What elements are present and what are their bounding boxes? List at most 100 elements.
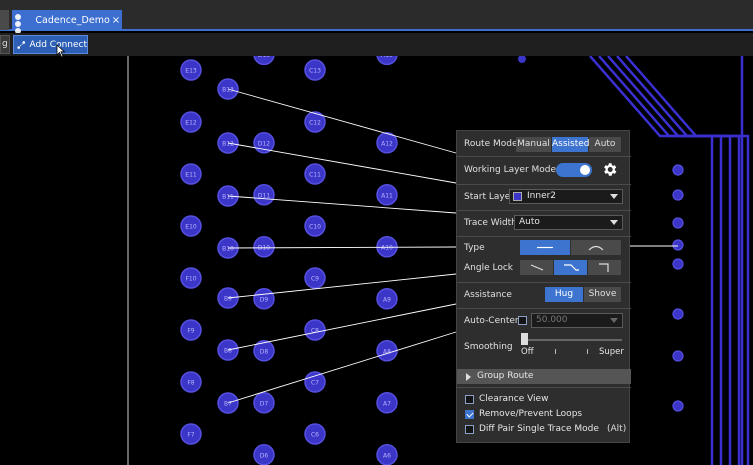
pad[interactable]: A13 bbox=[376, 56, 398, 66]
pad-label: A13 bbox=[381, 56, 393, 59]
group-route-header[interactable]: Group Route bbox=[457, 369, 631, 384]
pad-label: A6 bbox=[383, 452, 391, 459]
type-arc-option[interactable] bbox=[571, 240, 622, 255]
pad[interactable]: D6 bbox=[253, 444, 275, 465]
group-route-label: Group Route bbox=[477, 371, 534, 381]
assistance-selector[interactable]: Hug Shove bbox=[545, 287, 622, 302]
trace-width-dropdown[interactable]: Auto bbox=[514, 215, 623, 230]
pad[interactable] bbox=[672, 400, 684, 412]
angle-lock-any[interactable] bbox=[520, 260, 554, 275]
angle-lock-90[interactable] bbox=[588, 260, 622, 275]
pad[interactable]: E12 bbox=[180, 111, 202, 133]
pad[interactable] bbox=[672, 189, 684, 201]
toggle-knob bbox=[580, 165, 590, 175]
pad[interactable]: D10 bbox=[253, 236, 275, 258]
pad[interactable] bbox=[672, 258, 684, 270]
auto-center-checkbox[interactable] bbox=[518, 316, 527, 325]
clearance-view-label: Clearance View bbox=[479, 394, 549, 404]
pad[interactable] bbox=[518, 56, 526, 63]
pad[interactable]: A9 bbox=[376, 288, 398, 310]
clearance-view-row[interactable]: Clearance View bbox=[457, 393, 631, 407]
chevron-down-icon bbox=[610, 194, 618, 199]
pad[interactable] bbox=[672, 164, 684, 176]
pad[interactable]: C6 bbox=[304, 423, 326, 445]
gear-icon[interactable] bbox=[601, 161, 618, 178]
assistance-hug[interactable]: Hug bbox=[545, 287, 584, 302]
pad[interactable]: D12 bbox=[253, 132, 275, 154]
tab-bar: Cadence_Demo × bbox=[0, 0, 753, 41]
pad[interactable]: F7 bbox=[180, 423, 202, 445]
pad[interactable]: E11 bbox=[180, 163, 202, 185]
pad[interactable]: F9 bbox=[180, 319, 202, 341]
ratsnest-line bbox=[227, 273, 457, 299]
mouse-cursor-icon bbox=[56, 44, 66, 58]
type-line-option[interactable] bbox=[520, 240, 571, 255]
pad-label: F7 bbox=[187, 432, 194, 439]
pad[interactable]: D13 bbox=[253, 56, 275, 66]
route-mode-selector[interactable]: Manual Assisted Auto bbox=[516, 137, 622, 152]
pad[interactable]: A7 bbox=[376, 392, 398, 414]
toolbar-prev-button[interactable]: g bbox=[0, 35, 10, 54]
pad[interactable]: F8 bbox=[180, 371, 202, 393]
working-layer-mode-toggle[interactable] bbox=[556, 163, 592, 177]
pad-label: C13 bbox=[309, 68, 321, 75]
angle-lock-selector[interactable] bbox=[520, 260, 622, 275]
start-layer-dropdown[interactable]: Inner2 bbox=[509, 189, 623, 204]
pad[interactable]: C8 bbox=[304, 319, 326, 341]
pad-label: C12 bbox=[309, 120, 321, 127]
tab-cadence-demo[interactable]: Cadence_Demo × bbox=[12, 10, 122, 41]
assistance-shove[interactable]: Shove bbox=[584, 287, 622, 302]
route-mode-auto[interactable]: Auto bbox=[589, 137, 622, 152]
pad[interactable]: D9 bbox=[253, 288, 275, 310]
pad-label: D12 bbox=[258, 140, 270, 147]
clearance-view-checkbox[interactable] bbox=[465, 395, 474, 404]
pad-label: C6 bbox=[311, 432, 319, 439]
pad[interactable]: A11 bbox=[376, 184, 398, 206]
pad[interactable]: E10 bbox=[180, 215, 202, 237]
pad-label: F10 bbox=[185, 276, 196, 283]
pad[interactable]: A6 bbox=[376, 444, 398, 465]
pad[interactable]: C13 bbox=[304, 59, 326, 81]
remove-loops-label: Remove/Prevent Loops bbox=[479, 409, 583, 419]
pad[interactable]: D11 bbox=[253, 184, 275, 206]
pad-label: C11 bbox=[309, 172, 321, 179]
pad[interactable]: C10 bbox=[304, 215, 326, 237]
diff-pair-checkbox[interactable] bbox=[465, 425, 474, 434]
type-label: Type bbox=[464, 243, 485, 253]
diff-pair-row[interactable]: Diff Pair Single Trace Mode (Alt) bbox=[457, 423, 631, 437]
pad[interactable]: C11 bbox=[304, 163, 326, 185]
pad[interactable]: C7 bbox=[304, 371, 326, 393]
angle-90-icon bbox=[598, 263, 609, 272]
pad-label: C10 bbox=[309, 224, 321, 231]
pad[interactable]: C9 bbox=[304, 267, 326, 289]
pad[interactable] bbox=[672, 308, 684, 320]
pad-label: E10 bbox=[185, 224, 197, 231]
route-mode-manual[interactable]: Manual bbox=[516, 137, 552, 152]
add-connect-button[interactable]: Add Connect bbox=[13, 35, 88, 54]
pad[interactable] bbox=[672, 239, 684, 251]
pad[interactable]: A10 bbox=[376, 236, 398, 258]
pad[interactable] bbox=[672, 217, 684, 229]
smoothing-track[interactable] bbox=[524, 339, 622, 341]
chevron-down-icon bbox=[610, 220, 618, 225]
pad[interactable]: E13 bbox=[180, 59, 202, 81]
type-selector[interactable] bbox=[520, 240, 622, 255]
auto-center-dropdown[interactable]: 50.000 bbox=[531, 313, 623, 328]
board-view[interactable]: E13 D13 C13 A13 E12 D12 C12 A12 E11 D11 C11 A11 E10 D… bbox=[0, 56, 753, 465]
pad[interactable]: A8 bbox=[376, 340, 398, 362]
tab-previous[interactable] bbox=[0, 10, 9, 30]
close-icon[interactable]: × bbox=[110, 15, 122, 26]
pad[interactable] bbox=[672, 350, 684, 362]
pad[interactable]: F10 bbox=[180, 267, 202, 289]
remove-loops-checkbox[interactable] bbox=[465, 410, 474, 419]
ratsnest-line bbox=[227, 142, 457, 184]
smoothing-tick bbox=[587, 349, 588, 354]
pad[interactable]: D7 bbox=[253, 392, 275, 414]
angle-lock-45[interactable] bbox=[554, 260, 588, 275]
remove-loops-row[interactable]: Remove/Prevent Loops bbox=[457, 408, 631, 422]
pad-label: F9 bbox=[187, 328, 194, 335]
start-layer-row: Start Layer Inner2 bbox=[457, 186, 631, 208]
smoothing-handle[interactable] bbox=[521, 333, 528, 345]
pcb-canvas[interactable]: E13 D13 C13 A13 E12 D12 C12 A12 E11 D11 C11 A11 E10 D… bbox=[0, 56, 753, 465]
route-mode-assisted[interactable]: Assisted bbox=[552, 137, 590, 152]
